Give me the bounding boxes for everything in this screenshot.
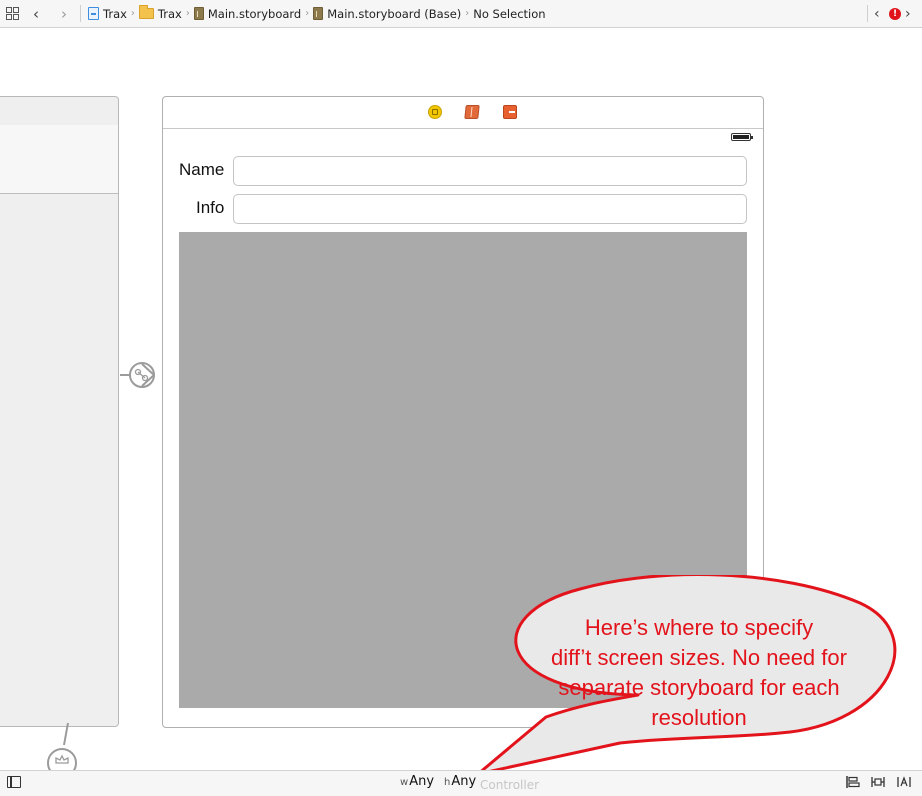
breadcrumb-label: No Selection: [473, 6, 546, 21]
breadcrumb-chevron-icon: ›: [465, 8, 470, 19]
related-items-grid-icon[interactable]: [6, 0, 19, 27]
size-class-control[interactable]: w Any h Any: [400, 774, 476, 789]
breadcrumb-label: Main.storyboard (Base): [327, 6, 462, 21]
align-icon[interactable]: [846, 776, 860, 788]
breadcrumb-chevron-icon: ›: [130, 8, 135, 19]
exit-icon[interactable]: [503, 105, 517, 119]
project-file-icon: [88, 7, 99, 20]
segue-arrow-icon[interactable]: [118, 360, 166, 390]
callout-line: resolution: [651, 705, 747, 730]
jump-bar: ‹ › Trax › Trax › Main.storyboard › Main…: [0, 0, 922, 28]
obscured-scene-label: Controller: [480, 778, 540, 792]
document-outline-toggle-icon[interactable]: [7, 776, 21, 788]
callout-line: diff’t screen sizes. No need for: [551, 645, 847, 670]
breadcrumb-selection[interactable]: No Selection: [473, 7, 545, 21]
height-class-value: Any: [451, 774, 477, 789]
previous-issue-chevron-icon[interactable]: ‹: [874, 0, 880, 27]
navigation-bar[interactable]: [0, 125, 118, 194]
breadcrumb-chevron-icon: ›: [185, 8, 190, 19]
info-text-field[interactable]: [233, 194, 747, 224]
breadcrumb-storyboard-base[interactable]: Main.storyboard (Base) ›: [313, 7, 473, 21]
breadcrumb-project[interactable]: Trax ›: [88, 7, 139, 21]
name-label: Name: [179, 160, 225, 179]
navigate-forward-chevron-icon[interactable]: ›: [61, 0, 67, 27]
folder-icon: [138, 5, 154, 19]
breadcrumb-label: Main.storyboard: [207, 6, 302, 21]
width-class-value: Any: [409, 774, 435, 789]
breadcrumb-label: Trax: [157, 6, 182, 21]
canvas-bottom-bar: Controller w Any h Any: [0, 770, 922, 796]
next-issue-chevron-icon[interactable]: ›: [905, 0, 911, 27]
scene-dock: [163, 97, 763, 129]
breadcrumb: Trax › Trax › Main.storyboard › Main.sto…: [88, 0, 546, 27]
breadcrumb-group[interactable]: Trax ›: [138, 5, 194, 21]
info-label: Info: [196, 198, 225, 217]
breadcrumb-label: Trax: [103, 6, 127, 21]
error-badge-text: !: [889, 7, 901, 20]
callout-line: separate storyboard for each: [558, 675, 840, 700]
storyboard-file-icon: [193, 7, 204, 20]
battery-icon: [731, 133, 753, 141]
error-badge-icon[interactable]: !: [889, 0, 901, 27]
navigate-back-chevron-icon[interactable]: ‹: [33, 0, 39, 27]
callout-line: Here’s where to specify: [584, 615, 814, 640]
name-text-field[interactable]: [233, 156, 747, 186]
resolve-auto-layout-icon[interactable]: [897, 776, 911, 788]
first-responder-cube-icon[interactable]: [464, 105, 480, 119]
view-controller-icon[interactable]: [428, 105, 442, 119]
width-class-prefix: w: [400, 777, 409, 788]
breadcrumb-storyboard[interactable]: Main.storyboard ›: [193, 6, 313, 21]
pin-icon[interactable]: [871, 776, 885, 788]
relationship-connector-icon[interactable]: [40, 723, 90, 773]
jump-bar-separator: [867, 5, 868, 22]
navigation-controller-scene[interactable]: [0, 96, 119, 727]
breadcrumb-chevron-icon: ›: [305, 8, 310, 19]
storyboard-file-icon: [313, 7, 324, 20]
height-class-prefix: h: [444, 777, 451, 788]
callout-text: Here’s where to specify diff’t screen si…: [524, 613, 874, 733]
jump-bar-separator: [80, 5, 81, 22]
